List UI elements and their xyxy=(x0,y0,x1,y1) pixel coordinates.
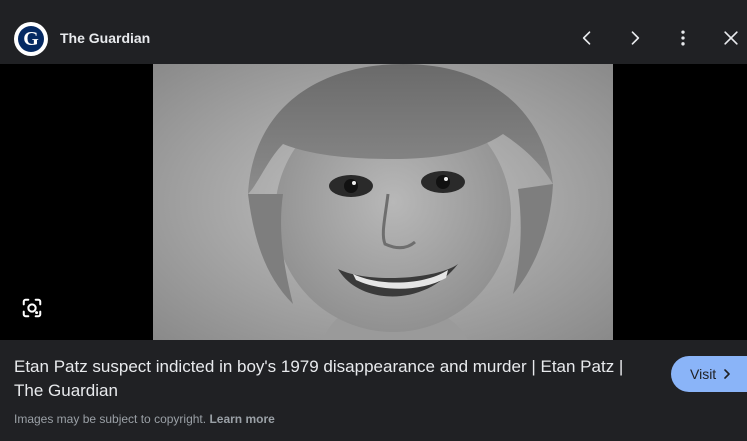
more-vert-icon xyxy=(681,30,685,46)
visit-label: Visit xyxy=(690,366,717,382)
close-icon xyxy=(724,31,738,45)
copyright-text: Images may be subject to copyright. xyxy=(14,412,207,426)
chevron-right-icon xyxy=(631,31,640,45)
preview-image[interactable] xyxy=(153,64,613,340)
source-name[interactable]: The Guardian xyxy=(60,30,150,46)
source-logo[interactable]: G xyxy=(14,22,48,56)
more-options-button[interactable] xyxy=(669,24,697,52)
viewer-header: G The Guardian xyxy=(0,0,747,64)
visit-button[interactable]: Visit xyxy=(671,356,747,392)
previous-button[interactable] xyxy=(573,24,601,52)
guardian-logo-letter: G xyxy=(18,26,44,52)
chevron-right-icon xyxy=(724,369,731,379)
image-title[interactable]: Etan Patz suspect indicted in boy's 1979… xyxy=(14,355,654,403)
learn-more-link[interactable]: Learn more xyxy=(209,412,274,426)
google-lens-icon xyxy=(22,298,42,318)
copyright-notice: Images may be subject to copyright. Lear… xyxy=(14,412,275,426)
next-button[interactable] xyxy=(621,24,649,52)
google-lens-button[interactable] xyxy=(20,296,44,320)
close-button[interactable] xyxy=(717,24,745,52)
chevron-left-icon xyxy=(582,31,591,45)
portrait-photo xyxy=(153,64,613,340)
image-preview-area xyxy=(0,64,747,340)
